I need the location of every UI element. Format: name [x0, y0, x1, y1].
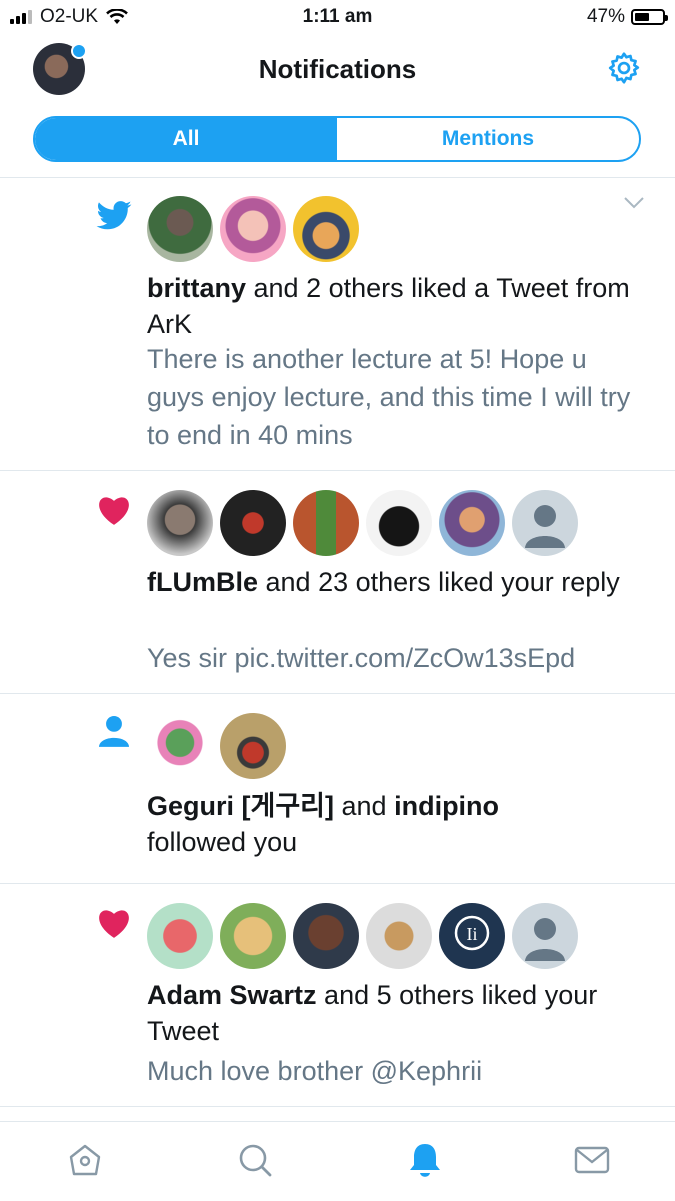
status-bar: O2-UK 1:11 am 47%	[0, 0, 675, 36]
home-icon[interactable]	[65, 1140, 105, 1180]
avatar-row	[147, 713, 286, 779]
avatar[interactable]	[147, 490, 213, 556]
notification-text: brittany and 2 others liked a Tweet from…	[147, 270, 647, 342]
heart-icon	[99, 910, 129, 938]
avatar[interactable]	[220, 490, 286, 556]
avatar[interactable]	[147, 196, 213, 262]
action-text: and 23 others liked your reply	[258, 567, 620, 597]
notification-item[interactable]: Geguri [게구리] and indipino followed you	[0, 694, 675, 882]
notification-text: fLUmBle and 23 others liked your reply	[147, 564, 647, 600]
avatar[interactable]	[220, 196, 286, 262]
avatar-row	[147, 490, 578, 556]
actor-name[interactable]: indipino	[394, 791, 499, 821]
logo-icon: Ii	[454, 915, 490, 951]
tweet-snippet: Yes sir pic.twitter.com/ZcOw13sEpd	[147, 643, 576, 673]
battery-percent: 47%	[586, 6, 625, 27]
person-icon	[525, 918, 565, 961]
heart-icon	[99, 497, 129, 525]
connector-text: and	[334, 791, 395, 821]
avatar-row: Ii	[147, 903, 578, 969]
person-icon	[98, 715, 130, 747]
divider	[0, 1106, 675, 1107]
avatar[interactable]	[293, 490, 359, 556]
notification-item[interactable]: fLUmBle and 23 others liked your reply Y…	[0, 471, 675, 693]
notification-filter: All Mentions	[33, 116, 641, 162]
chevron-down-icon[interactable]	[623, 196, 645, 210]
search-icon[interactable]	[235, 1140, 275, 1180]
bottom-tab-bar	[0, 1121, 675, 1201]
actor-name[interactable]: Geguri [게구리]	[147, 791, 334, 821]
notification-text: Geguri [게구리] and indipino followed you	[147, 788, 647, 860]
avatar[interactable]	[147, 903, 213, 969]
avatar[interactable]	[366, 490, 432, 556]
actor-name[interactable]: brittany	[147, 273, 246, 303]
header: Notifications	[0, 40, 675, 100]
avatar[interactable]	[366, 903, 432, 969]
avatar[interactable]	[220, 903, 286, 969]
page-title: Notifications	[258, 54, 417, 84]
person-icon	[525, 505, 565, 548]
avatar[interactable]	[147, 713, 213, 779]
clock: 1:11 am	[302, 6, 373, 27]
svg-text:Ii: Ii	[467, 924, 478, 944]
avatar[interactable]	[293, 196, 359, 262]
bell-icon[interactable]	[405, 1140, 445, 1180]
actor-name[interactable]: Adam Swartz	[147, 980, 317, 1010]
action-text: followed you	[147, 827, 298, 857]
tab-all[interactable]: All	[35, 118, 337, 160]
status-right: 47%	[586, 6, 668, 28]
tab-mentions[interactable]: Mentions	[337, 118, 639, 160]
avatar[interactable]	[293, 903, 359, 969]
bird-icon	[96, 201, 132, 230]
notification-item[interactable]: Ii Adam Swartz and 5 others liked your T…	[0, 884, 675, 1106]
avatar[interactable]: Ii	[439, 903, 505, 969]
gear-icon[interactable]	[606, 50, 642, 86]
avatar[interactable]	[439, 490, 505, 556]
mail-icon[interactable]	[572, 1140, 612, 1180]
actor-name[interactable]: fLUmBle	[147, 567, 258, 597]
avatar[interactable]	[220, 713, 286, 779]
default-avatar[interactable]	[512, 903, 578, 969]
default-avatar[interactable]	[512, 490, 578, 556]
battery-icon	[631, 9, 668, 25]
avatar-row	[147, 196, 359, 262]
tweet-snippet: There is another lecture at 5! Hope u gu…	[147, 344, 631, 450]
notification-item[interactable]: brittany and 2 others liked a Tweet from…	[0, 178, 675, 470]
notification-text: Adam Swartz and 5 others liked your Twee…	[147, 977, 647, 1049]
tweet-snippet: Much love brother @Kephrii	[147, 1056, 483, 1086]
